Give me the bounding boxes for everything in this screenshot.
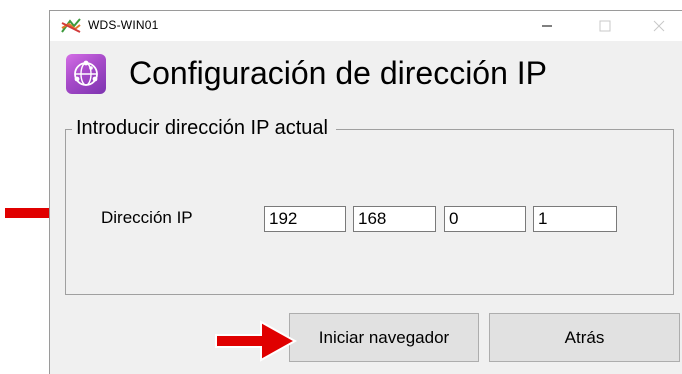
annotation-arrow-browser bbox=[215, 320, 297, 362]
ip-octet-1-input[interactable] bbox=[264, 206, 346, 232]
ip-octet-2-input[interactable] bbox=[353, 206, 436, 232]
minimize-icon bbox=[542, 25, 552, 27]
ip-octet-3-input[interactable] bbox=[444, 206, 526, 232]
ip-octet-4-input[interactable] bbox=[533, 206, 617, 232]
network-globe-icon bbox=[66, 54, 106, 94]
maximize-icon bbox=[599, 20, 611, 32]
window-title: WDS-WIN01 bbox=[88, 18, 159, 32]
maximize-button[interactable] bbox=[582, 11, 628, 41]
groupbox-legend: Introducir dirección IP actual bbox=[72, 115, 336, 141]
close-button[interactable] bbox=[636, 11, 682, 41]
minimize-button[interactable] bbox=[524, 11, 570, 41]
app-window: WDS-WIN01 Configuración de dirección IP … bbox=[49, 10, 682, 374]
title-bar[interactable]: WDS-WIN01 bbox=[50, 11, 682, 41]
start-browser-button[interactable]: Iniciar navegador bbox=[289, 313, 479, 362]
wds-app-icon bbox=[61, 18, 81, 33]
close-icon bbox=[653, 20, 665, 32]
ip-address-label: Dirección IP bbox=[101, 208, 193, 227]
back-button[interactable]: Atrás bbox=[489, 313, 680, 362]
page-title: Configuración de dirección IP bbox=[129, 55, 548, 91]
